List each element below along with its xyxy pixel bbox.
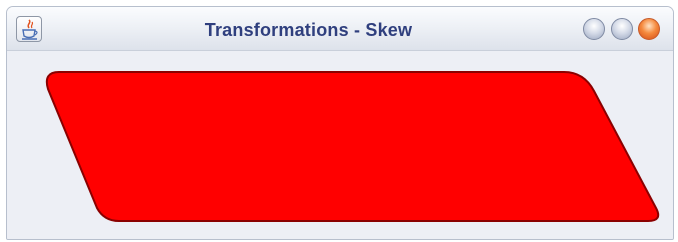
app-window: Transformations - Skew xyxy=(6,6,674,240)
window-title: Transformations - Skew xyxy=(204,20,413,40)
minimize-icon[interactable] xyxy=(583,18,605,40)
close-icon[interactable] xyxy=(638,18,660,40)
title-bar[interactable]: Transformations - Skew xyxy=(7,7,673,51)
skewed-rounded-rectangle xyxy=(45,71,660,222)
drawing-area xyxy=(7,51,673,239)
skew-canvas xyxy=(45,71,660,222)
maximize-icon[interactable] xyxy=(611,18,633,40)
